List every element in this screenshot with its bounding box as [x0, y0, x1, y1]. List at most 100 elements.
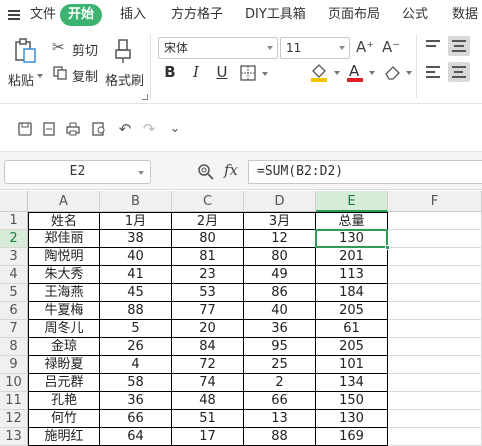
cell-d4[interactable]: 49 — [244, 266, 316, 284]
cut-button[interactable]: ✂ 剪切 — [52, 38, 100, 59]
cell-a7[interactable]: 周冬儿 — [28, 320, 100, 338]
menu-icon[interactable] — [8, 10, 20, 20]
cell-d3[interactable]: 80 — [244, 248, 316, 266]
bold-button[interactable]: B — [160, 62, 180, 82]
cell-c9[interactable]: 72 — [172, 356, 244, 374]
row-header[interactable]: 1 — [0, 212, 28, 230]
column-header-b[interactable]: B — [100, 191, 172, 212]
align-top-button[interactable] — [422, 36, 444, 56]
cell-b2[interactable]: 38 — [100, 230, 172, 248]
font-size-select[interactable]: 11 — [280, 37, 350, 59]
formula-input[interactable]: =SUM(B2:D2) — [248, 160, 482, 184]
cell-f4[interactable] — [388, 266, 482, 284]
cell-e3[interactable]: 201 — [316, 248, 388, 266]
cell-f8[interactable] — [388, 338, 482, 356]
font-name-select[interactable]: 宋体 — [158, 37, 278, 59]
cell-d12[interactable]: 13 — [244, 410, 316, 428]
cell-e6[interactable]: 205 — [316, 302, 388, 320]
cell-d11[interactable]: 66 — [244, 392, 316, 410]
column-header-c[interactable]: C — [172, 191, 244, 212]
cell-b4[interactable]: 41 — [100, 266, 172, 284]
font-color-button[interactable]: A — [346, 62, 380, 84]
cell-b13[interactable]: 64 — [100, 428, 172, 446]
cell-b12[interactable]: 66 — [100, 410, 172, 428]
cell-b6[interactable]: 88 — [100, 302, 172, 320]
cell-c4[interactable]: 23 — [172, 266, 244, 284]
cell-f12[interactable] — [388, 410, 482, 428]
row-header[interactable]: 8 — [0, 338, 28, 356]
print-icon[interactable] — [66, 122, 80, 136]
export-pdf-icon[interactable] — [42, 122, 56, 136]
underline-button[interactable]: U — [212, 62, 232, 82]
undo-icon[interactable]: ↶ — [118, 122, 132, 137]
paste-button[interactable]: 粘贴 — [6, 36, 44, 92]
cell-a8[interactable]: 金琼 — [28, 338, 100, 356]
cell-d10[interactable]: 2 — [244, 374, 316, 392]
column-header-e[interactable]: E — [316, 191, 388, 212]
cell-d6[interactable]: 40 — [244, 302, 316, 320]
grow-font-button[interactable]: A⁺ — [356, 38, 374, 56]
row-header[interactable]: 12 — [0, 410, 28, 428]
cell-a5[interactable]: 王海燕 — [28, 284, 100, 302]
row-header[interactable]: 6 — [0, 302, 28, 320]
cell-d8[interactable]: 95 — [244, 338, 316, 356]
cell-f7[interactable] — [388, 320, 482, 338]
cell-a2[interactable]: 郑佳丽 — [28, 230, 100, 248]
cell-d5[interactable]: 86 — [244, 284, 316, 302]
insert-function-button[interactable]: fx — [224, 161, 238, 179]
cell-a11[interactable]: 孔艳 — [28, 392, 100, 410]
cell-e11[interactable]: 150 — [316, 392, 388, 410]
cell-b10[interactable]: 58 — [100, 374, 172, 392]
redo-icon[interactable]: ↷ — [142, 122, 156, 137]
tab-fangfang[interactable]: 方方格子 — [171, 4, 223, 26]
customize-toolbar-icon[interactable]: ⌄ — [168, 122, 182, 136]
cell-c5[interactable]: 53 — [172, 284, 244, 302]
fill-color-button[interactable] — [310, 62, 344, 84]
cell-e4[interactable]: 113 — [316, 266, 388, 284]
cell-f5[interactable] — [388, 284, 482, 302]
cell-a12[interactable]: 何竹 — [28, 410, 100, 428]
cell-d7[interactable]: 36 — [244, 320, 316, 338]
column-header-f[interactable]: F — [388, 191, 482, 212]
cell-f6[interactable] — [388, 302, 482, 320]
row-header[interactable]: 4 — [0, 266, 28, 284]
tab-data[interactable]: 数据 — [452, 4, 478, 26]
cell-c2[interactable]: 80 — [172, 230, 244, 248]
cell-f10[interactable] — [388, 374, 482, 392]
italic-button[interactable]: I — [186, 62, 206, 82]
align-center-button[interactable] — [448, 62, 470, 82]
cell-f13[interactable] — [388, 428, 482, 446]
spreadsheet-grid[interactable]: A B C D E F 1 姓名 1月 2月 3月 总量 2 郑佳丽 38 80 12 130 3 陶悦明 40 81 80… — [0, 191, 482, 446]
zoom-search-icon[interactable] — [197, 163, 215, 181]
cell-a4[interactable]: 朱大秀 — [28, 266, 100, 284]
format-painter-button[interactable]: 格式刷 — [105, 36, 145, 92]
row-header[interactable]: 5 — [0, 284, 28, 302]
cell-e8[interactable]: 205 — [316, 338, 388, 356]
cell-a3[interactable]: 陶悦明 — [28, 248, 100, 266]
cell-e13[interactable]: 169 — [316, 428, 388, 446]
tab-diy-toolbox[interactable]: DIY工具箱 — [245, 4, 306, 26]
row-header[interactable]: 11 — [0, 392, 28, 410]
tab-home[interactable]: 开始 — [60, 4, 103, 26]
dialog-launcher-icon[interactable] — [142, 94, 148, 100]
save-icon[interactable] — [18, 122, 32, 136]
cell-e1[interactable]: 总量 — [316, 212, 388, 230]
cell-c7[interactable]: 20 — [172, 320, 244, 338]
cell-a13[interactable]: 施明红 — [28, 428, 100, 446]
cell-b1[interactable]: 1月 — [100, 212, 172, 230]
borders-button[interactable] — [240, 64, 276, 84]
cell-c11[interactable]: 48 — [172, 392, 244, 410]
cell-c8[interactable]: 84 — [172, 338, 244, 356]
cell-f11[interactable] — [388, 392, 482, 410]
cell-e5[interactable]: 184 — [316, 284, 388, 302]
align-middle-button[interactable] — [448, 36, 470, 56]
cell-d13[interactable]: 88 — [244, 428, 316, 446]
select-all-corner[interactable] — [0, 191, 28, 212]
cell-d9[interactable]: 25 — [244, 356, 316, 374]
cell-a9[interactable]: 禄盼夏 — [28, 356, 100, 374]
tab-formulas[interactable]: 公式 — [402, 4, 428, 26]
cell-b5[interactable]: 45 — [100, 284, 172, 302]
row-header[interactable]: 7 — [0, 320, 28, 338]
cell-c10[interactable]: 74 — [172, 374, 244, 392]
cell-a6[interactable]: 牛夏梅 — [28, 302, 100, 320]
